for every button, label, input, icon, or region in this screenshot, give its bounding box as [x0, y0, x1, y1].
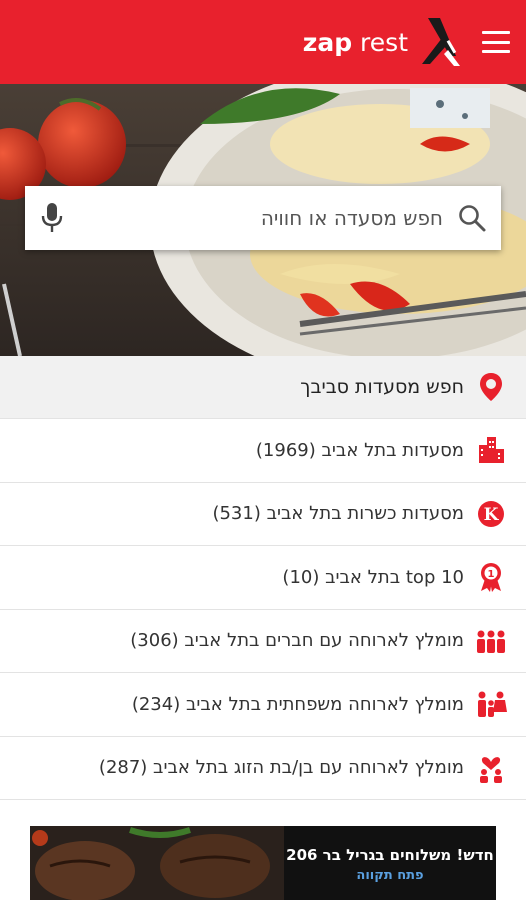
search-input[interactable]	[65, 206, 457, 230]
award-ribbon-icon: 1	[474, 560, 508, 594]
banner-text-panel: חדש! משלוחים בגריל בר 206 פתח תקווה	[284, 826, 496, 900]
location-pin-icon	[474, 370, 508, 404]
list-item-label: מסעדות כשרות בתל אביב (531)	[212, 503, 464, 525]
promo-banner[interactable]: חדש! משלוחים בגריל בר 206 פתח תקווה	[30, 826, 496, 900]
banner-title: חדש! משלוחים בגריל בר 206	[286, 846, 494, 864]
app-header: zap rest	[0, 0, 526, 84]
kosher-k-icon: K	[474, 497, 508, 531]
app-logo[interactable]: zap rest	[303, 28, 408, 57]
list-item-restaurants[interactable]: מסעדות בתל אביב (1969)	[0, 419, 526, 483]
banner-subtitle: פתח תקווה	[356, 868, 424, 883]
couple-heart-icon	[474, 751, 508, 785]
friends-group-icon	[474, 624, 508, 658]
hamburger-menu-icon[interactable]	[482, 31, 510, 53]
grilled-meat-image	[30, 826, 284, 900]
list-item-nearby[interactable]: חפש מסעדות סביבך	[0, 356, 526, 419]
list-item-label: top 10 בתל אביב (10)	[282, 566, 464, 588]
microphone-icon[interactable]	[39, 201, 65, 235]
family-icon	[474, 687, 508, 721]
zap-logo-icon	[422, 18, 460, 66]
list-item-label: מומלץ לארוחה משפחתית בתל אביב (234)	[131, 693, 464, 715]
logo-text-rest: rest	[352, 27, 408, 57]
list-item-couple[interactable]: מומלץ לארוחה עם בן/בת הזוג בתל אביב (287…	[0, 736, 526, 800]
list-item-label: מומלץ לארוחה עם חברים בתל אביב (306)	[130, 630, 464, 652]
list-item-family[interactable]: מומלץ לארוחה משפחתית בתל אביב (234)	[0, 673, 526, 737]
search-icon[interactable]	[457, 203, 487, 233]
city-buildings-icon	[474, 433, 508, 467]
list-item-label: מסעדות בתל אביב (1969)	[255, 439, 464, 461]
list-item-top10[interactable]: 1 top 10 בתל אביב (10)	[0, 546, 526, 610]
list-item-label: חפש מסעדות סביבך	[300, 376, 464, 398]
svg-text:1: 1	[488, 569, 495, 580]
logo-text-zap: zap	[302, 27, 353, 57]
list-item-friends[interactable]: מומלץ לארוחה עם חברים בתל אביב (306)	[0, 609, 526, 673]
category-list: חפש מסעדות סביבך מסעדות בתל אביב (1969) …	[0, 356, 526, 800]
list-item-kosher[interactable]: K מסעדות כשרות בתל אביב (531)	[0, 482, 526, 546]
svg-text:K: K	[484, 505, 500, 525]
search-bar[interactable]	[25, 186, 501, 250]
list-item-label: מומלץ לארוחה עם בן/בת הזוג בתל אביב (287…	[98, 757, 464, 779]
